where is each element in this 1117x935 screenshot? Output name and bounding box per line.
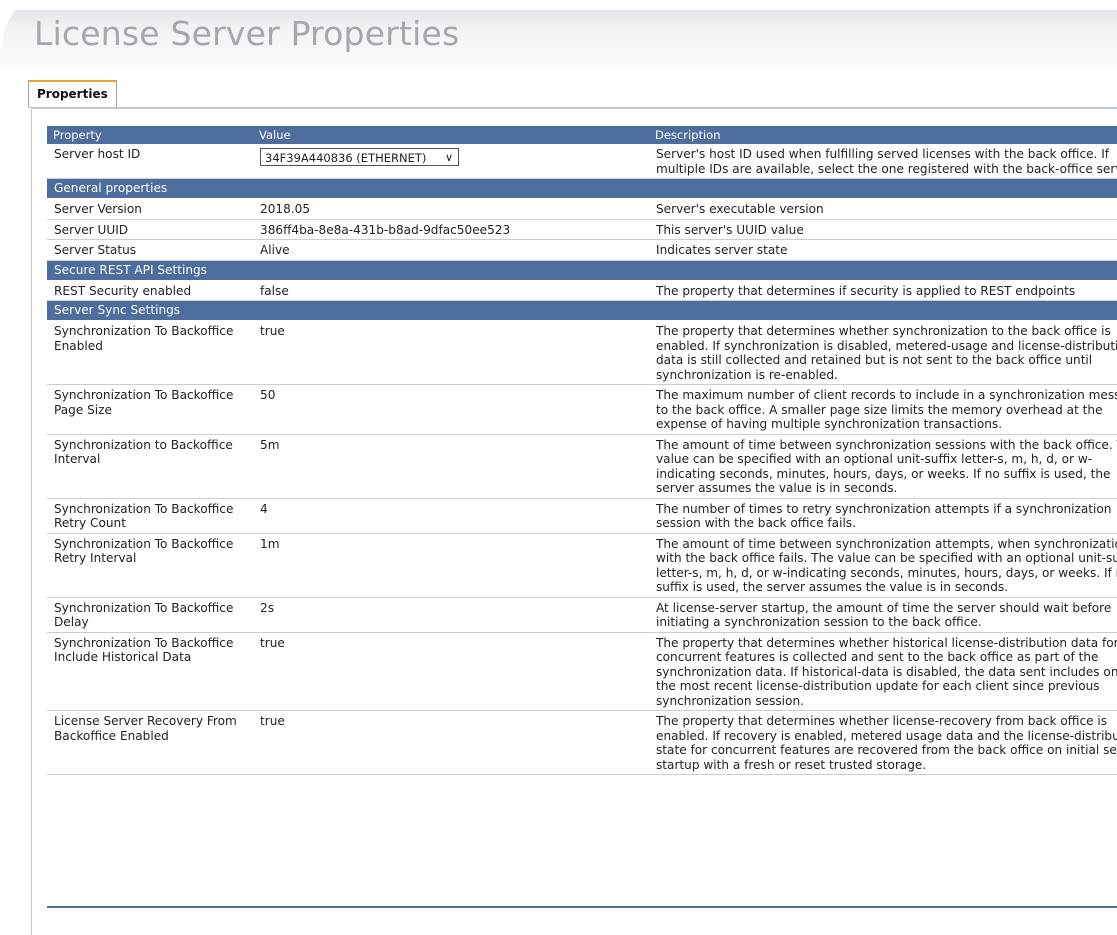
- table-row: Synchronization To Backoffice Enabled tru…: [47, 320, 1117, 385]
- select-value: 34F39A440836 (ETHERNET): [265, 151, 427, 165]
- table-row: Server Version 2018.05 Server's executable…: [47, 198, 1117, 220]
- section-header-row: Secure REST API Settings: [47, 260, 1117, 281]
- property-description: The property that determines whether syn…: [649, 320, 1117, 385]
- property-description: The property that determines whether lic…: [649, 710, 1117, 775]
- property-value: 2s: [253, 597, 649, 633]
- property-name: Synchronization To Backoffice Include Hi…: [47, 632, 253, 711]
- section-title: Secure REST API Settings: [47, 260, 1117, 281]
- page-title: License Server Properties: [34, 14, 460, 53]
- table-row: Server Status Alive Indicates server state: [47, 239, 1117, 261]
- property-value: 4: [253, 498, 649, 534]
- properties-table: Property Value Description Server host I…: [47, 126, 1117, 775]
- property-name: Server Version: [47, 198, 253, 220]
- property-value: true: [253, 632, 649, 711]
- property-name: Synchronization To Backoffice Retry Coun…: [47, 498, 253, 534]
- table-row: Synchronization To Backoffice Delay 2s At …: [47, 597, 1117, 633]
- property-name: Server Status: [47, 239, 253, 261]
- property-name: Synchronization To Backoffice Enabled: [47, 320, 253, 385]
- page-header: License Server Properties: [0, 0, 1117, 66]
- column-header-value: Value: [253, 126, 649, 144]
- table-row: REST Security enabled false The property t…: [47, 280, 1117, 301]
- property-name: License Server Recovery From Backoffice …: [47, 710, 253, 775]
- table-row: Server UUID 386ff4ba-8e8a-431b-b8ad-9dfac…: [47, 219, 1117, 240]
- section-header-row: Server Sync Settings: [47, 300, 1117, 321]
- property-value: 1m: [253, 533, 649, 598]
- chevron-down-icon: ∨: [444, 151, 453, 164]
- properties-table-container: Property Value Description Server host I…: [47, 126, 1117, 906]
- property-description: The maximum number of client records to …: [649, 384, 1117, 435]
- property-description: Server's executable version: [649, 198, 1117, 220]
- property-description: The amount of time between synchronizati…: [649, 434, 1117, 499]
- property-description: At license-server startup, the amount of…: [649, 597, 1117, 633]
- property-name: Synchronization To Backoffice Retry Inte…: [47, 533, 253, 598]
- server-host-id-select[interactable]: 34F39A440836 (ETHERNET) ∨: [260, 148, 459, 166]
- table-bottom-border: [47, 906, 1117, 908]
- table-row: Synchronization to Backoffice Interval 5m…: [47, 434, 1117, 499]
- property-value: 34F39A440836 (ETHERNET) ∨: [253, 144, 649, 179]
- property-value: 386ff4ba-8e8a-431b-b8ad-9dfac50ee523: [253, 219, 649, 240]
- property-description: This server's UUID value: [649, 219, 1117, 240]
- table-header-row: Property Value Description: [47, 126, 1117, 144]
- property-description: The number of times to retry synchroniza…: [649, 498, 1117, 534]
- property-description: Server's host ID used when fulfilling se…: [649, 144, 1117, 179]
- table-row: License Server Recovery From Backoffice …: [47, 710, 1117, 775]
- property-name: Synchronization To Backoffice Page Size: [47, 384, 253, 435]
- property-description: The amount of time between synchronizati…: [649, 533, 1117, 598]
- property-value: 50: [253, 384, 649, 435]
- property-name: Server host ID: [47, 144, 253, 179]
- table-row: Synchronization To Backoffice Retry Inte…: [47, 533, 1117, 598]
- property-name: REST Security enabled: [47, 280, 253, 301]
- property-name: Server UUID: [47, 219, 253, 240]
- property-value: 2018.05: [253, 198, 649, 220]
- table-row: Synchronization To Backoffice Page Size 5…: [47, 384, 1117, 435]
- section-header-row: General properties: [47, 178, 1117, 199]
- table-row: Server host ID 34F39A440836 (ETHERNET) ∨…: [47, 144, 1117, 179]
- property-value: true: [253, 710, 649, 775]
- property-value: Alive: [253, 239, 649, 261]
- column-header-description: Description: [649, 126, 1117, 144]
- column-header-property: Property: [47, 126, 253, 144]
- table-row: Synchronization To Backoffice Include Hi…: [47, 632, 1117, 711]
- section-title: General properties: [47, 178, 1117, 199]
- property-description: Indicates server state: [649, 239, 1117, 261]
- tab-properties[interactable]: Properties: [28, 80, 117, 107]
- property-description: The property that determines if security…: [649, 280, 1117, 301]
- property-name: Synchronization to Backoffice Interval: [47, 434, 253, 499]
- property-description: The property that determines whether his…: [649, 632, 1117, 711]
- section-title: Server Sync Settings: [47, 300, 1117, 321]
- property-name: Synchronization To Backoffice Delay: [47, 597, 253, 633]
- property-value: false: [253, 280, 649, 301]
- property-value: 5m: [253, 434, 649, 499]
- property-value: true: [253, 320, 649, 385]
- table-row: Synchronization To Backoffice Retry Coun…: [47, 498, 1117, 534]
